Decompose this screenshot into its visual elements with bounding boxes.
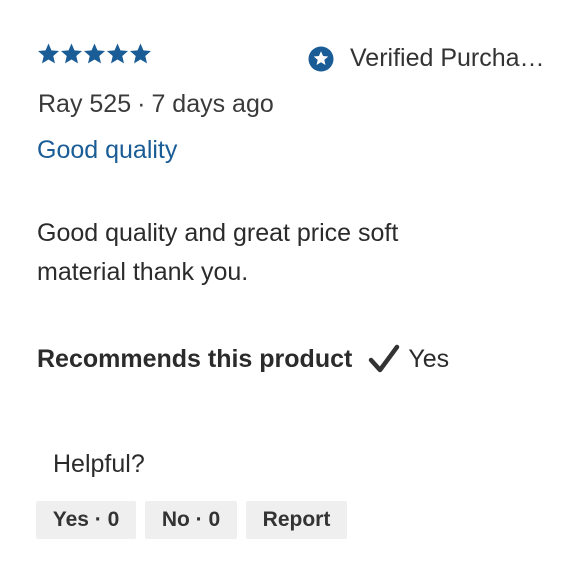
review-date: 7 days ago <box>151 90 274 118</box>
star-icon <box>106 42 129 65</box>
star-rating <box>37 42 152 65</box>
review-meta: Ray 525 · 7 days ago <box>38 90 274 119</box>
recommendation: Recommends this product Yes <box>37 344 449 374</box>
verified-purchase-badge[interactable]: Verified Purcha… <box>308 44 545 73</box>
review-card: Verified Purcha… Ray 525 · 7 days ago Good… <box>0 0 580 580</box>
star-icon <box>83 42 106 65</box>
verified-star-badge-icon <box>308 46 334 72</box>
review-body: Good quality and great price soft materi… <box>37 219 399 286</box>
star-icon <box>129 42 152 65</box>
star-icon <box>60 42 83 65</box>
meta-separator: · <box>137 90 146 118</box>
feedback-actions: Yes · 0 No · 0 Report <box>36 501 347 539</box>
star-icon <box>37 42 60 65</box>
report-button[interactable]: Report <box>246 501 347 539</box>
recommends-value: Yes <box>408 344 450 373</box>
recommends-label: Recommends this product <box>37 344 353 373</box>
helpful-no-button[interactable]: No · 0 <box>145 501 237 539</box>
author-name: Ray 525 <box>38 90 132 118</box>
helpful-label: Helpful? <box>53 450 145 478</box>
verified-purchase-label: Verified Purcha… <box>350 44 545 72</box>
review-title: Good quality <box>37 136 178 164</box>
checkmark-icon <box>368 344 400 374</box>
helpful-yes-button[interactable]: Yes · 0 <box>36 501 136 539</box>
